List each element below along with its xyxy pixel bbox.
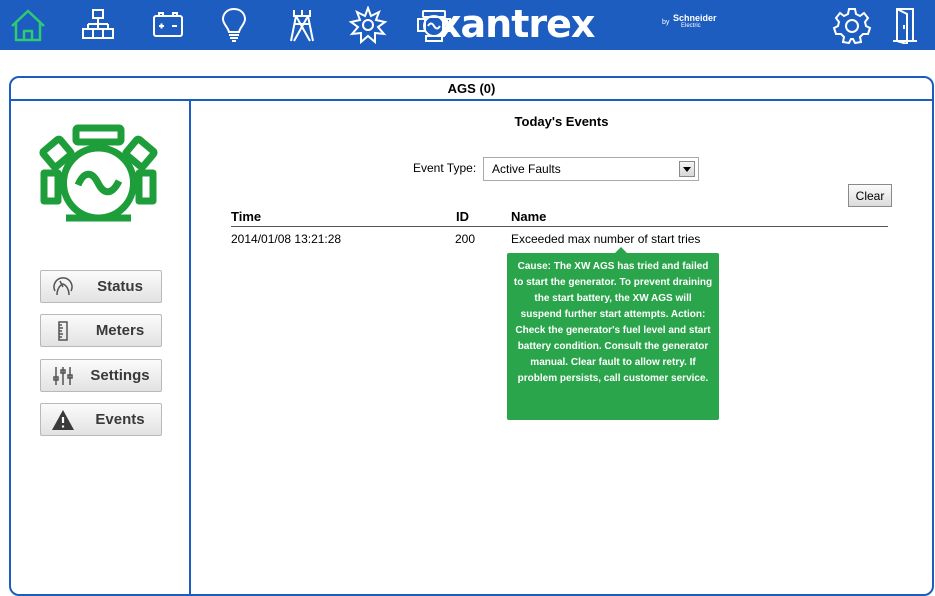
exit-door-icon[interactable] xyxy=(885,6,925,46)
electric-text: Electric xyxy=(681,23,701,29)
table-header-divider xyxy=(231,226,888,227)
ags-panel: AGS (0) Status Meters Settings Events To… xyxy=(9,76,934,596)
brand-by-text: by xyxy=(662,19,670,26)
gear-icon[interactable] xyxy=(832,6,872,45)
top-nav-bar: xantrex by Schneider Electric xyxy=(0,0,935,50)
xantrex-logo: xantrex xyxy=(437,2,595,46)
event-type-value: Active Faults xyxy=(492,162,561,176)
events-label: Events xyxy=(95,411,145,428)
event-id: 200 xyxy=(455,232,476,246)
event-time: 2014/01/08 13:21:28 xyxy=(231,232,342,246)
column-header-name: Name xyxy=(511,209,547,224)
network-icon[interactable] xyxy=(78,6,118,44)
panel-title: AGS (0) xyxy=(11,78,932,101)
settings-button[interactable]: Settings xyxy=(40,359,162,392)
meters-label: Meters xyxy=(95,322,145,339)
event-type-label: Event Type: xyxy=(413,161,477,175)
meters-button[interactable]: Meters xyxy=(40,314,162,347)
event-name[interactable]: Exceeded max number of start tries xyxy=(511,232,700,246)
status-button[interactable]: Status xyxy=(40,270,162,303)
event-tooltip: Cause: The XW AGS has tried and failed t… xyxy=(507,247,719,420)
events-button[interactable]: Events xyxy=(40,403,162,436)
column-header-id: ID xyxy=(456,209,469,224)
event-type-select[interactable]: Active Faults xyxy=(483,157,699,181)
chevron-down-icon[interactable] xyxy=(679,161,695,177)
status-label: Status xyxy=(97,278,143,295)
lightbulb-icon[interactable] xyxy=(214,6,254,44)
generator-logo-icon xyxy=(36,123,161,233)
battery-icon[interactable] xyxy=(148,6,188,44)
sun-icon[interactable] xyxy=(348,5,388,45)
schneider-logo: Schneider Electric xyxy=(673,14,717,30)
sidebar-divider xyxy=(189,101,191,594)
tower-icon[interactable] xyxy=(282,6,322,44)
clear-button[interactable]: Clear xyxy=(848,184,892,207)
events-title: Today's Events xyxy=(514,114,609,129)
settings-label: Settings xyxy=(90,367,150,384)
column-header-time: Time xyxy=(231,209,262,224)
home-icon[interactable] xyxy=(8,6,48,44)
